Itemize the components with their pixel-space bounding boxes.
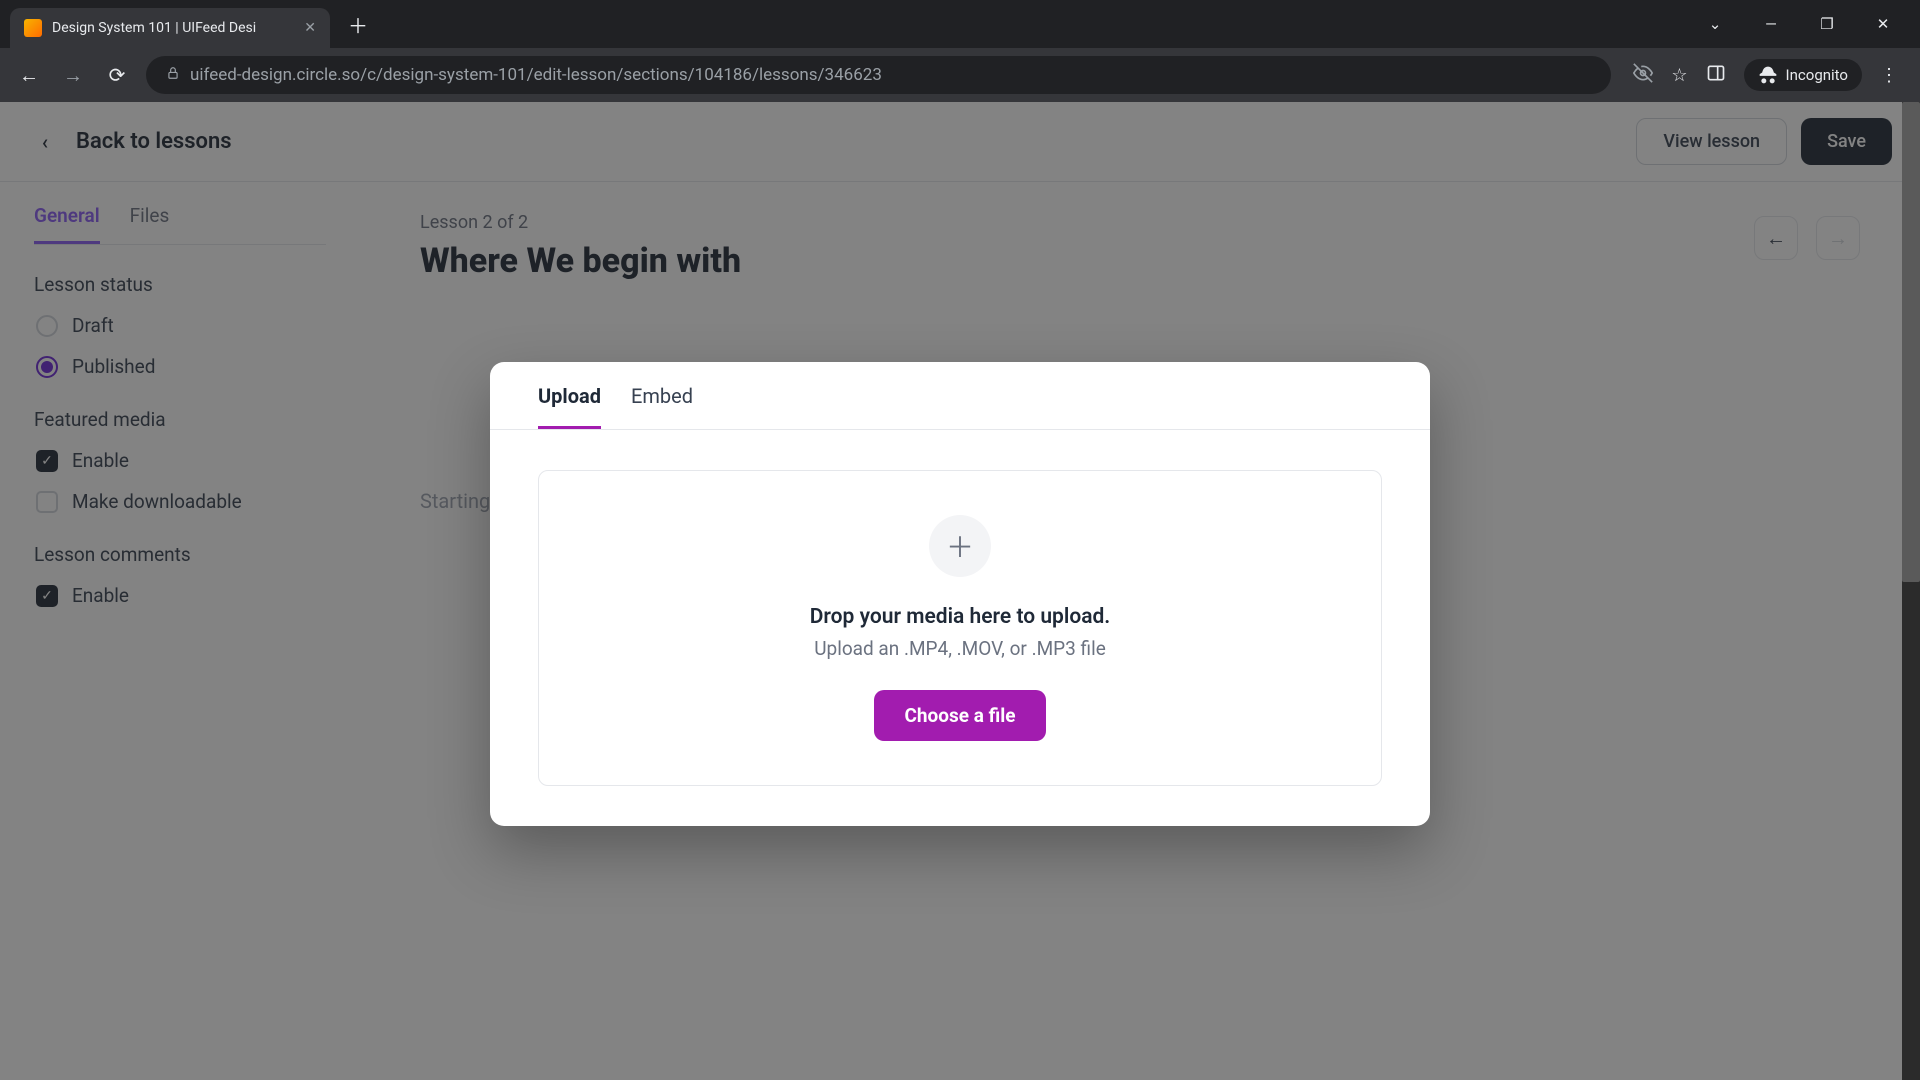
minimize-icon[interactable]: ―: [1756, 9, 1786, 39]
forward-icon[interactable]: →: [58, 63, 88, 88]
tab-title: Design System 101 | UIFeed Desi: [52, 20, 294, 36]
scroll-thumb[interactable]: [1902, 102, 1920, 582]
kebab-menu-icon[interactable]: ⋮: [1880, 65, 1898, 86]
modal-tabs: Upload Embed: [490, 362, 1430, 430]
modal-tab-embed[interactable]: Embed: [631, 384, 693, 429]
incognito-badge[interactable]: Incognito: [1744, 59, 1862, 91]
plus-icon[interactable]: ＋: [929, 515, 991, 577]
window-controls: ⌄ ― ❐ ✕: [1700, 9, 1920, 39]
browser-toolbar: ← → ⟳ uifeed-design.circle.so/c/design-s…: [0, 48, 1920, 102]
drop-title: Drop your media here to upload.: [559, 605, 1361, 629]
new-tab-button[interactable]: ＋: [344, 10, 372, 38]
vertical-scrollbar[interactable]: [1902, 102, 1920, 1080]
eye-off-icon[interactable]: [1633, 63, 1653, 88]
favicon-icon: [24, 19, 42, 37]
tab-search-icon[interactable]: ⌄: [1700, 9, 1730, 39]
choose-file-button[interactable]: Choose a file: [874, 690, 1045, 741]
browser-tab[interactable]: Design System 101 | UIFeed Desi ✕: [10, 8, 330, 48]
close-window-icon[interactable]: ✕: [1868, 9, 1898, 39]
close-tab-icon[interactable]: ✕: [304, 20, 316, 36]
incognito-label: Incognito: [1786, 66, 1848, 84]
back-icon[interactable]: ←: [14, 63, 44, 88]
upload-modal: Upload Embed ＋ Drop your media here to u…: [490, 362, 1430, 826]
maximize-icon[interactable]: ❐: [1812, 9, 1842, 39]
toolbar-right-icons: ☆ Incognito ⋮: [1625, 59, 1906, 91]
address-bar[interactable]: uifeed-design.circle.so/c/design-system-…: [146, 56, 1611, 94]
url-text: uifeed-design.circle.so/c/design-system-…: [190, 65, 882, 85]
drop-subtitle: Upload an .MP4, .MOV, or .MP3 file: [559, 637, 1361, 660]
bookmark-star-icon[interactable]: ☆: [1671, 65, 1687, 86]
browser-tab-strip: Design System 101 | UIFeed Desi ✕ ＋ ⌄ ― …: [0, 0, 1920, 48]
app-viewport: ‹ Back to lessons View lesson Save Gener…: [0, 102, 1920, 1080]
dropzone[interactable]: ＋ Drop your media here to upload. Upload…: [538, 470, 1382, 786]
reload-icon[interactable]: ⟳: [102, 63, 132, 87]
lock-icon: [166, 66, 180, 84]
side-panel-icon[interactable]: [1706, 63, 1726, 88]
modal-tab-upload[interactable]: Upload: [538, 384, 601, 429]
